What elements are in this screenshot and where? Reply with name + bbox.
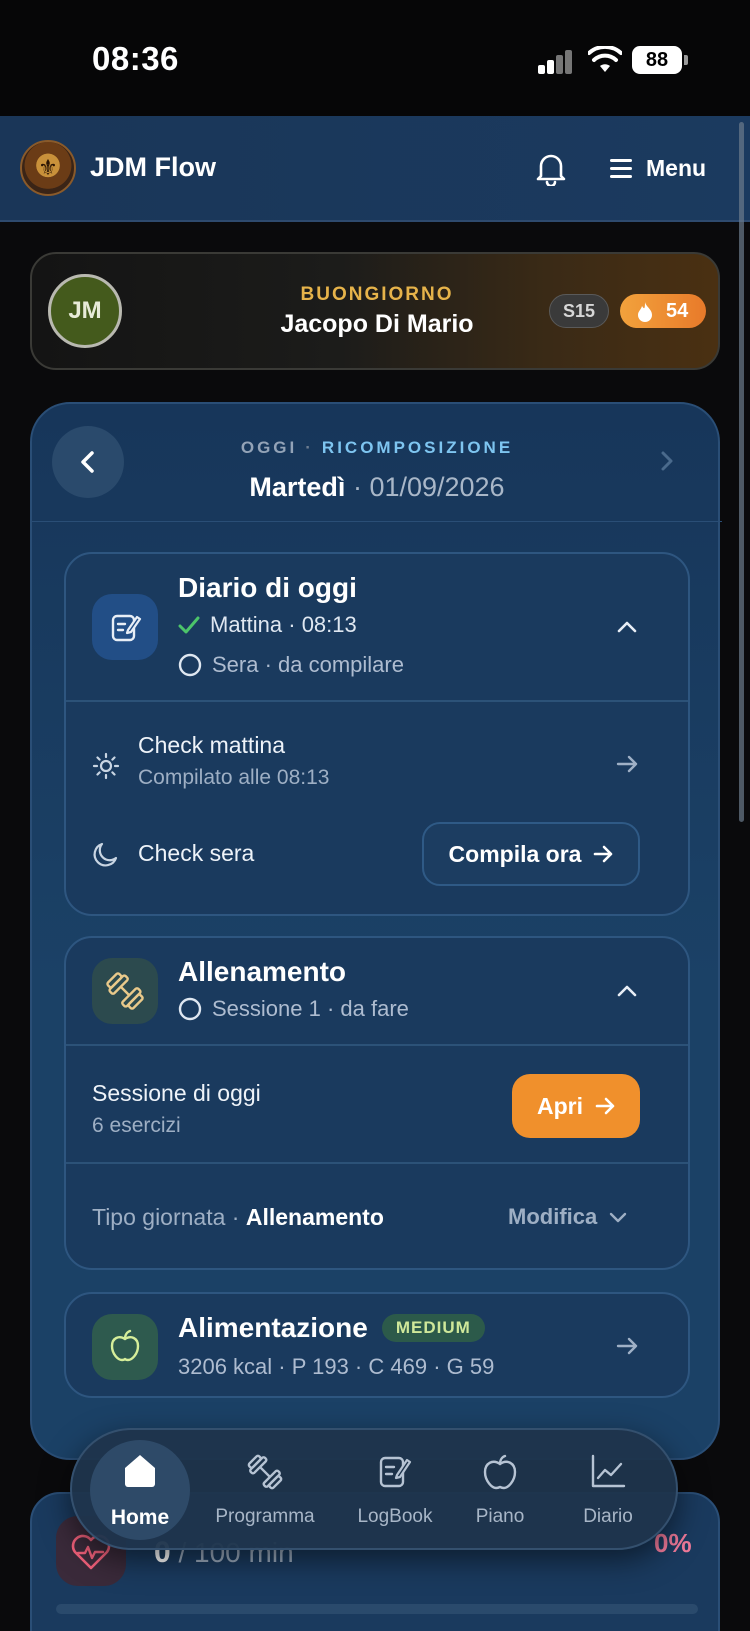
check-morning-label: Check mattina bbox=[138, 732, 286, 758]
arrow-right-icon bbox=[616, 755, 638, 773]
status-bar: 08:36 88 bbox=[0, 0, 750, 116]
weekday: Martedì bbox=[249, 472, 346, 502]
nutrition-title-text: Alimentazione bbox=[178, 1312, 368, 1343]
day-type-prefix: Tipo giornata · bbox=[92, 1204, 240, 1230]
apple-icon bbox=[110, 1329, 140, 1362]
tab-piano[interactable]: Piano bbox=[450, 1430, 550, 1552]
dumbbell-icon bbox=[106, 972, 144, 1010]
day-header: OGGI · RICOMPOSIZIONE Martedì · 01/09/2026 bbox=[32, 404, 722, 522]
tab-programma[interactable]: Programma bbox=[198, 1430, 332, 1552]
tab-label: Diario bbox=[583, 1506, 633, 1527]
nutrition-macros: 3206 kcal · P 193 · C 469 · G 59 bbox=[178, 1354, 495, 1379]
bottom-tab-bar: Home Programma LogBook Piano Diario bbox=[70, 1428, 678, 1550]
nutrition-card[interactable]: Alimentazione MEDIUM 3206 kcal · P 193 · … bbox=[64, 1292, 690, 1398]
hamburger-icon bbox=[610, 159, 632, 178]
diary-tile bbox=[92, 594, 158, 660]
evening-status-text: Sera · da compilare bbox=[212, 652, 404, 677]
flame-icon bbox=[638, 302, 652, 322]
phase-label: RICOMPOSIZIONE bbox=[321, 438, 514, 457]
greeting-card: JM BUONGIORNO Jacopo Di Mario S15 54 bbox=[30, 252, 720, 370]
day-type-label: Tipo giornata · Allenamento bbox=[92, 1204, 384, 1231]
compile-now-button[interactable]: Compila ora bbox=[422, 822, 640, 886]
compile-now-label: Compila ora bbox=[448, 840, 582, 867]
today-label: OGGI bbox=[240, 438, 298, 457]
tab-label: Home bbox=[110, 1506, 170, 1529]
diary-card-header[interactable]: Diario di oggi Mattina · 08:13 Sera · da… bbox=[66, 554, 688, 702]
battery-icon: 88 bbox=[632, 46, 688, 74]
app-logo[interactable]: ⚜ bbox=[20, 140, 76, 196]
day-panel: OGGI · RICOMPOSIZIONE Martedì · 01/09/2026… bbox=[30, 402, 722, 1460]
streak-badge: 54 bbox=[620, 294, 706, 328]
tab-diario[interactable]: Diario bbox=[558, 1430, 658, 1552]
app-bar: ⚜ JDM Flow Menu bbox=[0, 116, 750, 222]
chevron-down-icon bbox=[610, 1212, 627, 1223]
notebook-edit-icon bbox=[379, 1456, 412, 1488]
day-title: Martedì · 01/09/2026 bbox=[32, 472, 722, 503]
training-card-header[interactable]: Allenamento Sessione 1 · da fare bbox=[66, 938, 688, 1046]
scrollbar[interactable] bbox=[739, 122, 744, 822]
home-icon bbox=[125, 1455, 155, 1487]
circle-outline-icon bbox=[178, 997, 202, 1021]
open-session-label: Apri bbox=[537, 1092, 583, 1119]
app-title: JDM Flow bbox=[90, 152, 216, 182]
arrow-right-icon bbox=[594, 845, 613, 863]
chevron-up-icon[interactable] bbox=[616, 984, 638, 998]
season-badge: S15 bbox=[549, 294, 609, 328]
day-kicker: OGGI · RICOMPOSIZIONE bbox=[32, 438, 722, 458]
check-icon bbox=[178, 616, 200, 634]
tab-logbook[interactable]: LogBook bbox=[330, 1430, 460, 1552]
tab-home[interactable]: Home bbox=[72, 1430, 208, 1552]
nutrition-tile bbox=[92, 1314, 158, 1380]
dumbbell-icon bbox=[247, 1454, 283, 1490]
arrow-right-icon bbox=[595, 1097, 615, 1115]
training-status-text: Sessione 1 · da fare bbox=[212, 996, 409, 1021]
tab-label: Programma bbox=[215, 1506, 315, 1527]
menu-button[interactable]: Menu bbox=[610, 150, 706, 186]
training-status: Sessione 1 · da fare bbox=[178, 996, 409, 1022]
open-session-button[interactable]: Apri bbox=[512, 1074, 640, 1138]
check-morning-sub: Compilato alle 08:13 bbox=[138, 766, 330, 789]
check-evening-label: Check sera bbox=[138, 840, 255, 866]
morning-status: Mattina · 08:13 bbox=[178, 612, 357, 638]
status-time: 08:36 bbox=[92, 40, 179, 77]
greeting-kicker: BUONGIORNO bbox=[300, 284, 454, 305]
tab-label: Piano bbox=[475, 1506, 525, 1527]
cardio-percent: 0% bbox=[654, 1528, 692, 1558]
streak-count: 54 bbox=[666, 300, 689, 322]
training-title: Allenamento bbox=[178, 956, 347, 987]
evening-status: Sera · da compilare bbox=[178, 652, 404, 678]
training-tile bbox=[92, 958, 158, 1024]
circle-outline-icon bbox=[178, 653, 202, 677]
cellular-signal-icon bbox=[538, 50, 574, 74]
morning-status-text: Mattina · 08:13 bbox=[210, 612, 357, 637]
tab-label: LogBook bbox=[357, 1506, 433, 1527]
arrow-right-icon bbox=[616, 1337, 638, 1355]
session-sub: 6 esercizi bbox=[92, 1114, 181, 1137]
day-type-value: Allenamento bbox=[245, 1204, 384, 1230]
date: · 01/09/2026 bbox=[352, 472, 505, 502]
user-name: Jacopo Di Mario bbox=[280, 310, 474, 338]
training-card: Allenamento Sessione 1 · da fare Session… bbox=[64, 936, 690, 1270]
nutrition-title: Alimentazione MEDIUM bbox=[178, 1312, 485, 1344]
modify-day-type-button[interactable]: Modifica bbox=[508, 1204, 627, 1230]
wifi-icon bbox=[588, 46, 622, 72]
bell-icon[interactable] bbox=[534, 150, 568, 186]
chart-line-icon bbox=[591, 1454, 626, 1488]
chevron-up-icon[interactable] bbox=[616, 620, 638, 634]
sun-icon bbox=[92, 752, 120, 780]
nutrition-level-badge: MEDIUM bbox=[381, 1314, 485, 1342]
diary-card: Diario di oggi Mattina · 08:13 Sera · da… bbox=[64, 552, 690, 916]
notebook-edit-icon bbox=[111, 614, 142, 642]
cardio-progress-bar bbox=[56, 1604, 698, 1614]
moon-icon bbox=[93, 842, 118, 867]
next-day-chevron-icon[interactable] bbox=[644, 438, 690, 484]
session-label: Sessione di oggi bbox=[92, 1080, 261, 1106]
menu-label: Menu bbox=[646, 154, 707, 181]
modify-label: Modifica bbox=[508, 1204, 598, 1229]
diary-title: Diario di oggi bbox=[178, 572, 357, 603]
apple-icon bbox=[483, 1454, 517, 1490]
kicker-separator: · bbox=[305, 438, 314, 457]
